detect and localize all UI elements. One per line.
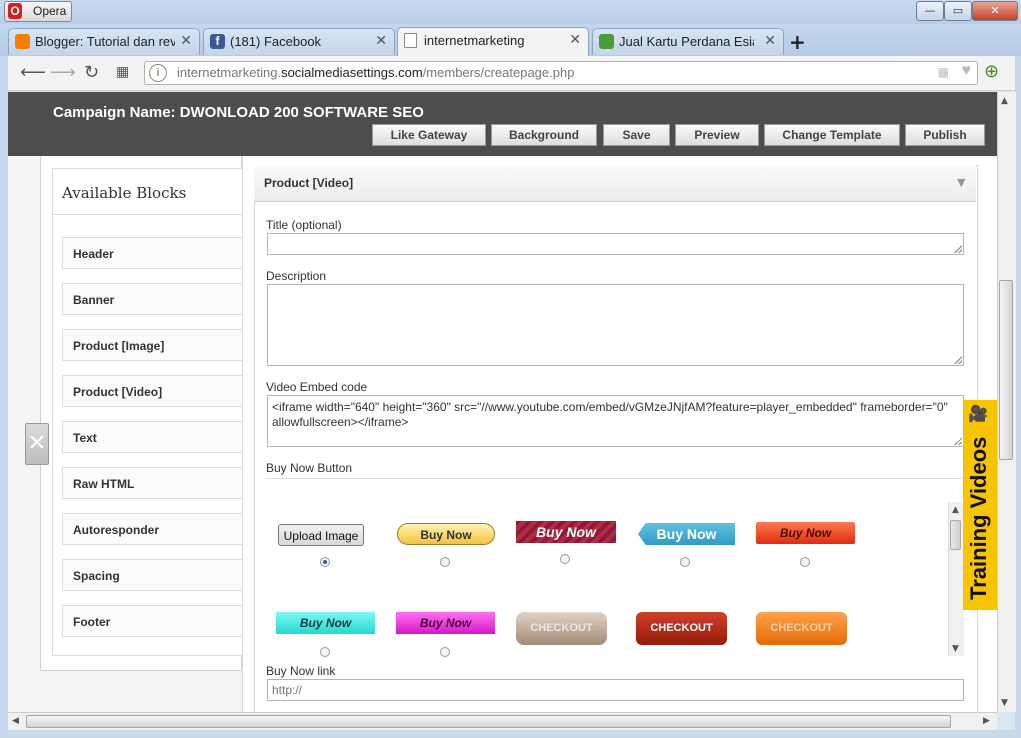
page-scroll-up-icon[interactable]: ▲ bbox=[1001, 96, 1008, 106]
reload-icon[interactable]: ↻ bbox=[84, 62, 99, 83]
site-info-icon[interactable]: i bbox=[149, 64, 167, 82]
buy-now-link-label: Buy Now link bbox=[266, 664, 336, 678]
video-camera-icon: 🎥 bbox=[968, 404, 988, 423]
resize-grip-icon[interactable] bbox=[954, 356, 962, 364]
checkout-style-1[interactable]: CHECKOUT bbox=[516, 612, 607, 645]
tab-label: Jual Kartu Perdana Esia Cr bbox=[619, 34, 754, 49]
window-frame-left bbox=[0, 56, 8, 730]
page-scroll-right-icon[interactable]: ▶ bbox=[983, 716, 990, 726]
close-sidebar-icon[interactable]: ✕ bbox=[25, 423, 49, 465]
buy-now-label: Buy Now Button bbox=[266, 461, 353, 475]
buy-now-link-input[interactable] bbox=[267, 679, 964, 701]
address-bar[interactable]: i internetmarketing.socialmediasettings.… bbox=[144, 61, 978, 85]
title-input[interactable] bbox=[267, 233, 964, 255]
resize-grip-icon[interactable] bbox=[954, 437, 962, 445]
block-item-autoresponder[interactable]: Autoresponder bbox=[62, 513, 242, 545]
tab-label: internetmarketing bbox=[424, 33, 525, 48]
back-icon[interactable]: ⟵ bbox=[20, 62, 46, 83]
embed-code-textarea[interactable]: <iframe width="640" height="360" src="//… bbox=[267, 395, 964, 447]
close-window-button[interactable]: ✕ bbox=[972, 1, 1018, 21]
change-template-button[interactable]: Change Template bbox=[764, 124, 900, 146]
close-tab-icon[interactable]: ✕ bbox=[764, 32, 776, 49]
scroll-up-icon[interactable]: ▲ bbox=[952, 505, 959, 515]
opera-menu-button[interactable]: O Opera bbox=[4, 1, 72, 22]
page-scroll-left-icon[interactable]: ◀ bbox=[12, 716, 19, 726]
page-scroll-down-icon[interactable]: ▼ bbox=[1001, 698, 1008, 708]
opera-logo-icon: O bbox=[8, 3, 22, 19]
buy-now-style-4[interactable]: Buy Now bbox=[756, 522, 855, 544]
panel-title: Product [Video] bbox=[264, 176, 354, 190]
block-item-banner[interactable]: Banner bbox=[62, 283, 242, 315]
page-horizontal-thumb[interactable] bbox=[26, 715, 951, 728]
block-item-footer[interactable]: Footer bbox=[62, 605, 242, 637]
collapse-caret-icon[interactable]: ▼ bbox=[957, 176, 965, 189]
buy-now-style-1[interactable]: Buy Now bbox=[397, 523, 495, 545]
option-radio-3[interactable] bbox=[680, 557, 690, 567]
forward-icon[interactable]: ⟶ bbox=[50, 62, 76, 83]
checkout-style-2[interactable]: CHECKOUT bbox=[636, 612, 727, 645]
buy-now-style-3[interactable]: Buy Now bbox=[638, 523, 735, 545]
scroll-down-icon[interactable]: ▼ bbox=[952, 644, 959, 654]
background-button[interactable]: Background bbox=[491, 124, 597, 146]
download-icon[interactable]: ⊕ bbox=[984, 61, 999, 82]
block-item-text[interactable]: Text bbox=[62, 421, 242, 453]
option-radio-2[interactable] bbox=[560, 554, 570, 564]
close-tab-icon[interactable]: ✕ bbox=[569, 31, 581, 48]
block-item-spacing[interactable]: Spacing bbox=[62, 559, 242, 591]
like-gateway-button[interactable]: Like Gateway bbox=[372, 124, 486, 146]
tab-blogger[interactable]: Blogger: Tutorial dan revie ✕ bbox=[8, 28, 200, 55]
block-item-product-image[interactable]: Product [Image] bbox=[62, 329, 242, 361]
block-item-header[interactable]: Header bbox=[62, 237, 242, 269]
description-textarea[interactable] bbox=[267, 284, 964, 366]
resize-grip-icon[interactable] bbox=[954, 245, 962, 253]
page-icon bbox=[404, 33, 417, 48]
block-item-raw-html[interactable]: Raw HTML bbox=[62, 467, 242, 499]
heart-icon[interactable]: ♥ bbox=[962, 62, 972, 80]
tab-label: (181) Facebook bbox=[230, 34, 322, 49]
tab-label: Blogger: Tutorial dan revie bbox=[35, 34, 175, 49]
title-label: Title (optional) bbox=[266, 218, 342, 232]
description-label: Description bbox=[266, 269, 327, 283]
preview-button[interactable]: Preview bbox=[675, 124, 759, 146]
close-tab-icon[interactable]: ✕ bbox=[375, 32, 387, 49]
shop-icon bbox=[599, 34, 614, 49]
speed-dial-icon[interactable]: ▦ bbox=[116, 64, 129, 80]
extensions-icon[interactable]: ▦ bbox=[938, 65, 949, 79]
buy-now-style-6[interactable]: Buy Now bbox=[396, 612, 495, 634]
status-bar bbox=[0, 730, 1021, 738]
option-radio-1[interactable] bbox=[440, 557, 450, 567]
checkout-style-3[interactable]: CHECKOUT bbox=[756, 612, 847, 645]
blogger-icon bbox=[15, 34, 30, 49]
block-item-product-video[interactable]: Product [Video] bbox=[62, 375, 242, 407]
address-url: internetmarketing.socialmediasettings.co… bbox=[177, 65, 575, 80]
tab-jual-kartu[interactable]: Jual Kartu Perdana Esia Cr ✕ bbox=[592, 28, 784, 55]
embed-label: Video Embed code bbox=[266, 380, 368, 394]
divider bbox=[52, 214, 242, 215]
buy-now-style-2[interactable]: Buy Now bbox=[516, 521, 616, 543]
training-videos-label: Training Videos bbox=[966, 436, 991, 600]
tab-facebook[interactable]: f (181) Facebook ✕ bbox=[203, 28, 395, 55]
close-tab-icon[interactable]: ✕ bbox=[180, 32, 192, 49]
new-tab-icon[interactable]: + bbox=[789, 30, 806, 54]
opera-menu-label: Opera bbox=[33, 4, 67, 18]
option-radio-5[interactable] bbox=[320, 647, 330, 657]
embed-code-value: <iframe width="640" height="360" src="//… bbox=[272, 400, 948, 429]
blocks-title: Available Blocks bbox=[62, 184, 187, 202]
options-scroll-thumb[interactable] bbox=[950, 520, 961, 550]
upload-image-button[interactable]: Upload Image bbox=[278, 524, 364, 546]
buy-now-style-5[interactable]: Buy Now bbox=[276, 612, 375, 634]
option-radio-upload[interactable] bbox=[320, 557, 330, 567]
maximize-button[interactable]: ▭ bbox=[944, 1, 972, 21]
tab-internetmarketing[interactable]: internetmarketing ✕ bbox=[397, 27, 589, 56]
option-radio-6[interactable] bbox=[440, 647, 450, 657]
minimize-button[interactable]: — bbox=[916, 1, 944, 21]
publish-button[interactable]: Publish bbox=[905, 124, 985, 146]
page-vertical-thumb[interactable] bbox=[999, 280, 1013, 460]
option-radio-4[interactable] bbox=[800, 557, 810, 567]
window-titlebar bbox=[0, 0, 1021, 24]
panel-header[interactable] bbox=[254, 165, 976, 202]
facebook-icon: f bbox=[210, 34, 225, 49]
campaign-name: Campaign Name: DWONLOAD 200 SOFTWARE SEO bbox=[53, 104, 424, 121]
save-button[interactable]: Save bbox=[603, 124, 670, 146]
